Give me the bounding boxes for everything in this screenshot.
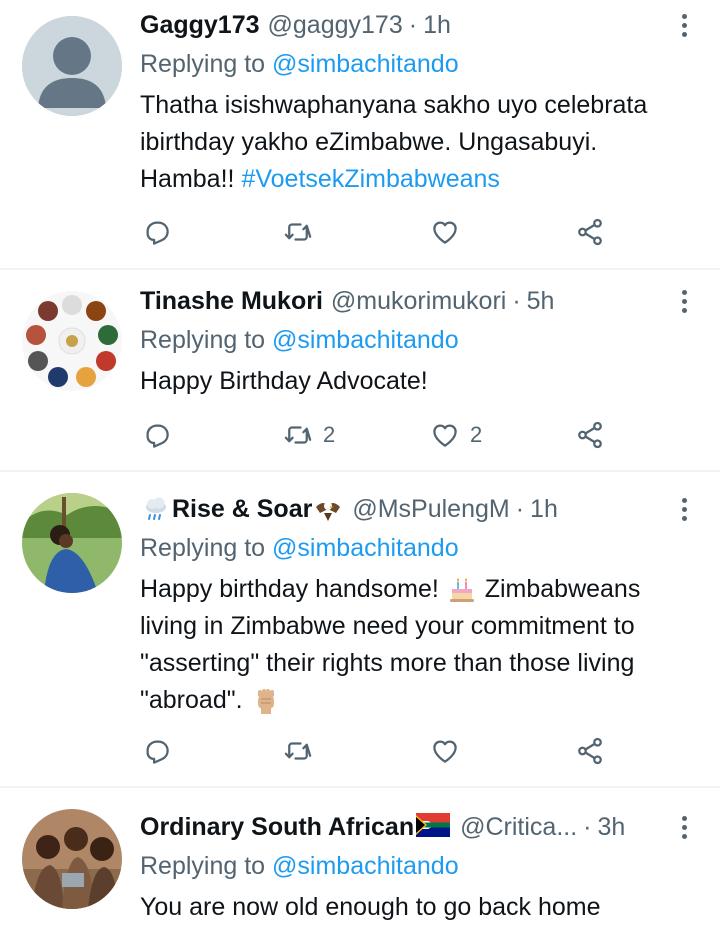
separator-dot: ·: [515, 495, 525, 523]
tweet-text-fragment: Zimbabweans: [484, 575, 641, 603]
tweet-text: Thatha isishwaphanyana sakho uyo celebra…: [140, 87, 700, 198]
retweet-count: 2: [323, 422, 336, 447]
heart-icon: [433, 221, 457, 244]
tweet-text-line: ibirthday yakho eZimbabwe. Ungasabuyi.: [140, 128, 598, 156]
separator-dot: ·: [583, 813, 592, 841]
retweet-icon: [284, 223, 312, 241]
user-avatar[interactable]: [22, 493, 122, 593]
timestamp[interactable]: 5h: [527, 284, 555, 318]
tweet-text: Happy birthday handsome! Zimbabweans liv…: [140, 571, 700, 719]
tweet-3[interactable]: Rise & Soar @MsPulengM · 1h Replying to …: [0, 472, 720, 786]
mention-link[interactable]: @simbachitando: [272, 50, 459, 78]
share-button[interactable]: [575, 215, 605, 249]
tweet-text: You are now old enough to go back home: [140, 889, 700, 926]
share-button[interactable]: [575, 734, 605, 768]
more-vertical-icon[interactable]: [672, 8, 696, 42]
replying-to-label: Replying to: [140, 534, 266, 562]
separator-dot: ·: [408, 11, 418, 39]
replying-to: Replying to @simbachitando: [140, 46, 459, 82]
hashtag-link[interactable]: #VoetsekZimbabweans: [241, 165, 499, 193]
tweet-4[interactable]: Ordinary South African @Critica... · 3h …: [0, 788, 720, 934]
more-vertical-icon[interactable]: [672, 284, 696, 318]
timestamp[interactable]: 1h: [530, 492, 558, 526]
reply-icon: [146, 424, 169, 448]
like-button[interactable]: 2: [430, 418, 482, 452]
retweet-button[interactable]: 2: [283, 418, 335, 452]
tweet-text-line: Thatha isishwaphanyana sakho uyo celebra…: [140, 91, 648, 119]
default-avatar[interactable]: [22, 16, 122, 116]
separator-dot: ·: [512, 287, 521, 315]
retweet-icon: [284, 426, 312, 444]
tweet-text-fragment: "abroad".: [140, 686, 243, 714]
user-handle[interactable]: @mukorimukori: [331, 284, 506, 318]
display-name[interactable]: Gaggy173: [140, 8, 260, 42]
birthday-cake-emoji-icon: [448, 576, 476, 604]
replying-to: Replying to @simbachitando: [140, 322, 459, 358]
tweet-text-line: Happy Birthday Advocate!: [140, 367, 428, 395]
mention-link[interactable]: @simbachitando: [272, 326, 459, 354]
tweet-header: Tinashe Mukori @mukorimukori · 5h: [140, 284, 554, 318]
reply-icon: [146, 740, 169, 764]
more-vertical-icon[interactable]: [672, 492, 696, 526]
cloud-rain-emoji-icon: [142, 495, 170, 523]
tweet-text: Happy Birthday Advocate!: [140, 363, 700, 400]
share-button[interactable]: [575, 418, 605, 452]
tweet-1[interactable]: Gaggy173 @gaggy173 · 1h Replying to @sim…: [0, 0, 720, 268]
raised-fist-emoji-icon: [252, 687, 280, 715]
reply-icon: [146, 221, 169, 245]
replying-to-label: Replying to: [140, 326, 266, 354]
reply-button[interactable]: [142, 215, 172, 249]
replying-to-label: Replying to: [140, 50, 266, 78]
like-button[interactable]: [430, 215, 470, 249]
retweet-button[interactable]: [283, 734, 323, 768]
display-name[interactable]: Ordinary South African: [140, 810, 414, 844]
timestamp[interactable]: 1h: [423, 8, 451, 42]
tweet-header: Ordinary South African @Critica... · 3h: [140, 810, 625, 844]
user-handle[interactable]: @gaggy173: [268, 8, 403, 42]
retweet-icon: [284, 742, 312, 760]
eagle-emoji-icon: [314, 495, 342, 523]
reply-button[interactable]: [142, 734, 172, 768]
tweet-text-line: "asserting" their rights more than those…: [140, 649, 635, 677]
more-vertical-icon[interactable]: [672, 810, 696, 844]
mention-link[interactable]: @simbachitando: [272, 534, 459, 562]
display-name[interactable]: Tinashe Mukori: [140, 284, 323, 318]
tweet-text-line: living in Zimbabwe need your commitment …: [140, 612, 635, 640]
tweet-text-line: "abroad".: [140, 682, 700, 719]
replying-to-label: Replying to: [140, 852, 266, 880]
tweet-header: Rise & Soar @MsPulengM · 1h: [140, 492, 558, 526]
south-africa-flag-icon: [416, 813, 451, 841]
replying-to: Replying to @simbachitando: [140, 848, 459, 884]
share-icon: [578, 421, 602, 449]
user-handle[interactable]: @MsPulengM: [352, 492, 509, 526]
user-avatar[interactable]: [22, 809, 122, 909]
retweet-button[interactable]: [283, 215, 323, 249]
replying-to: Replying to @simbachitando: [140, 530, 459, 566]
like-button[interactable]: [430, 734, 470, 768]
tweet-text-fragment: Hamba!!: [140, 165, 235, 193]
mention-link[interactable]: @simbachitando: [272, 852, 459, 880]
timestamp[interactable]: 3h: [598, 810, 626, 844]
tweet-header: Gaggy173 @gaggy173 · 1h: [140, 8, 451, 42]
tweet-text-line: Happy birthday handsome! Zimbabweans: [140, 571, 700, 608]
share-icon: [578, 218, 602, 246]
share-icon: [578, 737, 602, 765]
heart-icon: [433, 740, 457, 763]
tweet-2[interactable]: Tinashe Mukori @mukorimukori · 5h Replyi…: [0, 270, 720, 470]
display-name[interactable]: Rise & Soar: [172, 492, 312, 526]
heart-icon: [433, 424, 457, 447]
tweet-text-line: You are now old enough to go back home: [140, 893, 601, 921]
like-count: 2: [470, 422, 483, 447]
tweet-text-line: Hamba!! #VoetsekZimbabweans: [140, 161, 700, 198]
user-avatar[interactable]: [22, 291, 122, 391]
reply-button[interactable]: [142, 418, 172, 452]
user-handle[interactable]: @Critica...: [460, 810, 577, 844]
tweet-text-fragment: Happy birthday handsome!: [140, 575, 439, 603]
